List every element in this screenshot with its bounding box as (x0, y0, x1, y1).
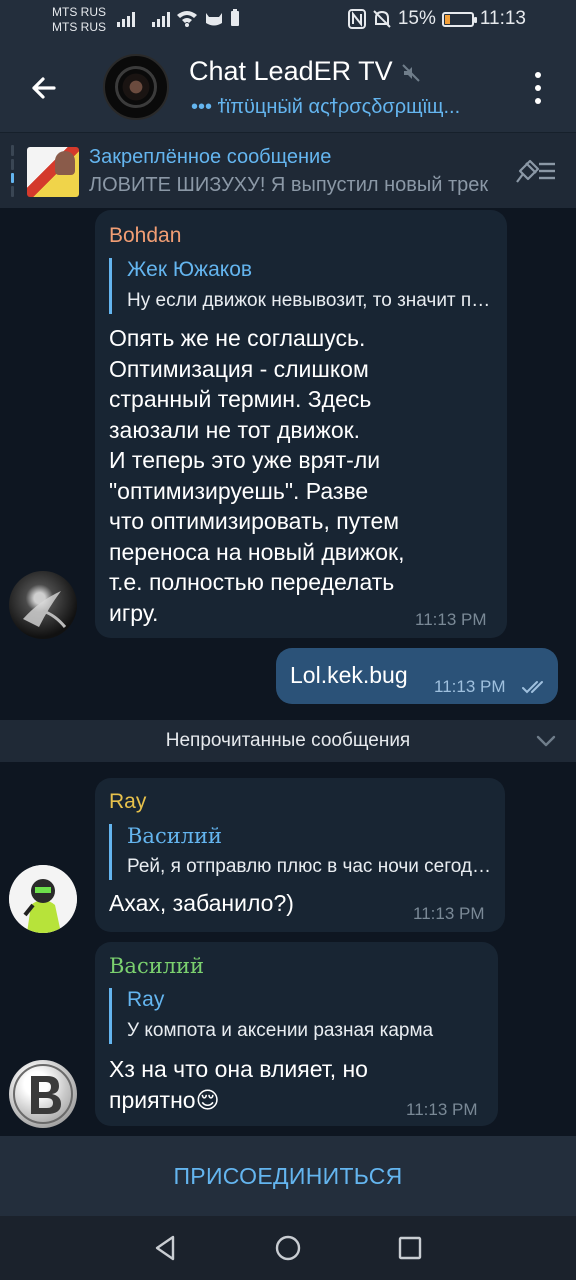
battery-percent: 15% (397, 8, 436, 29)
status-bar: MTS RUS MTS RUS 15% 11:13 (0, 0, 576, 42)
status-right: 15% 11:13 (347, 8, 526, 30)
message-line: что оптимизировать, путем (109, 508, 400, 534)
avatar[interactable] (9, 571, 77, 639)
home-circle-icon[interactable] (270, 1230, 306, 1266)
reply-text: Ну если движок невывозит, то значит плох… (127, 290, 493, 311)
carrier-1: MTS RUS (52, 5, 106, 19)
arrow-left-icon[interactable] (24, 68, 64, 108)
more-vertical-icon[interactable] (526, 70, 550, 106)
reply-name: Василий (127, 824, 223, 848)
avatar[interactable] (9, 1060, 77, 1128)
reply-quote[interactable]: Ray У компота и аксении разная карма (109, 988, 484, 1044)
message-line: т.е. полностью переделать (109, 569, 395, 595)
clock: 11:13 (479, 8, 526, 29)
typing-status: ••• ϯϊπϋцнӹй αςϯρσςδσρщϊщ... (191, 96, 461, 118)
sender-name[interactable]: Ray (109, 790, 146, 814)
message-time: 11:13 PM (415, 610, 487, 629)
message-bubble[interactable]: Василий Ray У компота и аксении разная к… (95, 942, 498, 1126)
cat-icon (206, 13, 222, 26)
pinned-indicator (11, 145, 14, 197)
message-bubble[interactable]: Ray Василий Рей, я отправлю плюс в час н… (95, 778, 505, 932)
reply-quote[interactable]: Жек Южаков Ну если движок невывозит, то … (109, 258, 493, 314)
message-time: 11:13 PM (413, 904, 485, 923)
nfc-icon (347, 9, 366, 29)
mute-bell-icon (373, 10, 391, 28)
reply-name: Ray (127, 988, 165, 1011)
chat-header: Chat LeadER TV ••• ϯϊπϋцнӹй αςϯρσςδσρщϊщ… (0, 42, 576, 132)
speaker-mute-icon (402, 64, 420, 82)
sender-name[interactable]: Василий (109, 954, 204, 978)
sender-name[interactable]: Bohdan (109, 224, 181, 248)
relieved-emoji: 😌 (195, 1086, 220, 1113)
chat-title[interactable]: Chat LeadER TV (189, 56, 393, 87)
unread-label: Непрочитанные сообщения (165, 730, 411, 751)
reply-text: У компота и аксении разная карма (127, 1020, 434, 1041)
battery-icon (441, 11, 477, 27)
message-line: "оптимизируешь". Разве (109, 477, 369, 504)
status-icons (176, 9, 240, 27)
reply-quote[interactable]: Василий Рей, я отправлю плюс в час ночи … (109, 824, 491, 880)
avatar-image (23, 591, 67, 628)
chat-avatar[interactable] (103, 54, 169, 120)
message-line: странный термин. Здесь (109, 386, 372, 412)
message-text: Ахах, забанило?) (109, 890, 294, 916)
back-triangle-icon[interactable] (147, 1230, 183, 1266)
message-line: переноса на новый движок, (109, 538, 405, 565)
pinned-list-icon[interactable] (512, 155, 558, 187)
message-time: 11:13 PM (434, 677, 506, 696)
signal-icon (117, 11, 135, 27)
message-line-text: приятно (109, 1086, 196, 1113)
avatar-image (9, 865, 77, 933)
system-navigation-bar (0, 1216, 576, 1280)
outgoing-message-bubble[interactable]: Lol.kek.bug 11:13 PM (276, 648, 558, 704)
pinned-text: ЛОВИТЕ ШИЗУХУ! Я выпустил новый трек (89, 174, 489, 196)
recents-square-icon[interactable] (392, 1230, 428, 1266)
message-line: заюзали не тот движок. (109, 416, 361, 443)
message-line: Хз на что она влияет, но (109, 1056, 368, 1082)
wifi-icon (177, 11, 197, 27)
carrier-2: MTS RUS (52, 20, 106, 34)
avatar[interactable] (9, 865, 77, 933)
battery-saver-icon (231, 9, 239, 26)
reply-text: Рей, я отправлю плюс в час ночи сегодня (127, 856, 491, 877)
join-bar: ПРИСОЕДИНИТЬСЯ (0, 1136, 576, 1216)
letter-b-emblem-icon (13, 1064, 73, 1124)
message-line: Опять же не соглашусь. (109, 325, 366, 351)
message-time: 11:13 PM (406, 1100, 478, 1119)
chevron-down-icon[interactable] (536, 732, 556, 750)
carrier-labels: MTS RUS MTS RUS (52, 5, 106, 35)
message-bubble[interactable]: Bohdan Жек Южаков Ну если движок невывоз… (95, 210, 507, 638)
message-line: Оптимизация - слишком (109, 355, 369, 382)
join-button[interactable]: ПРИСОЕДИНИТЬСЯ (0, 1136, 576, 1216)
unread-divider: Непрочитанные сообщения (0, 720, 576, 762)
pinned-message-bar[interactable]: Закреплённое сообщение ЛОВИТЕ ШИЗУХУ! Я … (0, 132, 576, 208)
reply-name: Жек Южаков (127, 258, 253, 281)
signal-icon (152, 11, 170, 27)
pinned-title: Закреплённое сообщение (89, 146, 332, 168)
message-line: И теперь это уже врят-ли (109, 447, 381, 473)
pinned-thumbnail (27, 147, 79, 197)
message-text: Lol.kek.bug (290, 662, 408, 688)
message-text: Опять же не соглашусь. Оптимизация - сли… (109, 323, 499, 628)
double-check-icon (522, 681, 543, 694)
